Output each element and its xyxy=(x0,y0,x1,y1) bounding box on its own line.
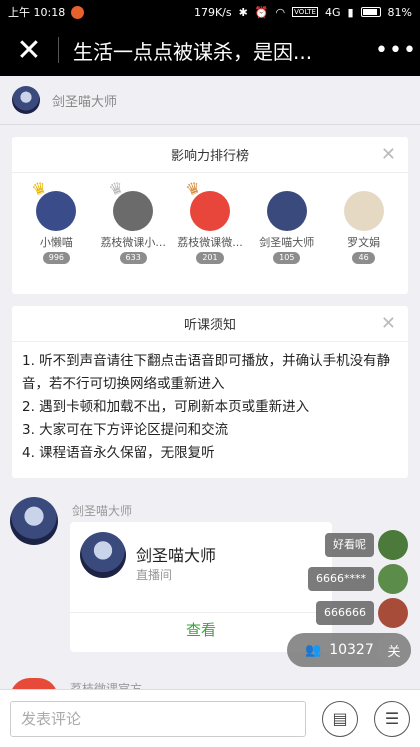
follow-button[interactable]: 关 xyxy=(377,633,411,667)
crown-icon: ♛ xyxy=(106,177,127,200)
battery-icon xyxy=(360,7,381,17)
network-type: 4G xyxy=(324,5,341,19)
live-room-subtitle: 直播间 xyxy=(136,568,173,582)
ranking-avatar: ♛ xyxy=(30,177,77,231)
online-count: 10327 xyxy=(329,642,374,658)
comment-icon[interactable]: ▤ xyxy=(322,700,358,737)
notice-rules: 1. 听不到声音请往下翻点击语音即可播放，并确认手机没有静音，若不行可切换网络或… xyxy=(12,342,408,465)
ranking-avatar: ♛ xyxy=(106,177,154,231)
notice-line: 2. 遇到卡顿和加载不出，可刷新本页或重新进入 xyxy=(22,399,310,415)
danmaku-item: 6666**** xyxy=(308,564,408,594)
alarm-icon: ⏰ xyxy=(254,5,269,19)
ranking-count: 105 xyxy=(273,252,301,264)
status-time: 上午 10:18 xyxy=(8,6,66,19)
danmaku-item: 666666 xyxy=(316,598,408,628)
live-room-name: 剑圣喵大师 xyxy=(136,546,217,565)
crown-icon: ♛ xyxy=(183,177,204,200)
ranking-name: 荔枝微课微... xyxy=(177,236,243,249)
notice-line: 4. 课程语音永久保留，无限复听 xyxy=(22,445,215,461)
host-row[interactable]: 剑圣喵大师 xyxy=(0,76,420,124)
ranking-title: 影响力排行榜 ✕ xyxy=(12,137,408,173)
close-icon[interactable]: ✕ xyxy=(0,24,58,76)
ranking-name: 剑圣喵大师 xyxy=(259,236,315,249)
sender-avatar[interactable] xyxy=(10,497,58,545)
ranking-name: 小懒喵 xyxy=(39,236,73,249)
ranking-count: 633 xyxy=(119,252,147,264)
page-title: 生活一点点被谋杀，是因... xyxy=(73,39,313,64)
status-bar: 上午 10:18 179K/s ✱ ⏰ ◠ VOLTE 4G ▮ 81% xyxy=(0,0,420,24)
divider xyxy=(70,612,332,613)
ranking-item[interactable]: 剑圣喵大师 105 xyxy=(249,191,325,264)
danmaku-text: 好看呢 xyxy=(325,533,374,557)
signal-icon: ▮ xyxy=(347,5,354,19)
ranking-item[interactable]: 罗文娟 46 xyxy=(326,191,402,264)
ranking-avatar xyxy=(266,191,307,231)
more-icon[interactable]: ••• xyxy=(372,38,420,63)
notice-title: 听课须知 ✕ xyxy=(12,306,408,342)
comment-input[interactable]: 发表评论 xyxy=(10,700,306,737)
title-separator xyxy=(58,37,59,63)
sender-name: 剑圣喵大师 xyxy=(72,504,133,518)
menu-icon[interactable]: ☰ xyxy=(374,700,410,737)
close-icon[interactable]: ✕ xyxy=(381,146,396,164)
notice-card: 听课须知 ✕ 1. 听不到声音请往下翻点击语音即可播放，并确认手机没有静音，若不… xyxy=(12,306,408,478)
ranking-count: 996 xyxy=(42,252,71,264)
wifi-icon: ◠ xyxy=(275,5,286,19)
battery-level: 81% xyxy=(387,5,412,19)
bottom-bar: 发表评论 ▤ ☰ xyxy=(0,689,420,747)
ranking-count: 46 xyxy=(352,252,375,264)
live-room-avatar xyxy=(80,532,126,578)
ranking-name: 荔枝微课小... xyxy=(100,236,166,249)
notice-line: 3. 大家可在下方评论区提问和交流 xyxy=(22,422,229,438)
ranking-item[interactable]: ♛ 小懒喵 996 xyxy=(18,177,94,264)
notification-icon xyxy=(71,5,85,19)
danmaku-avatar xyxy=(378,564,408,594)
network-speed: 179K/s xyxy=(193,5,232,19)
danmaku-text: 666666 xyxy=(316,601,374,625)
ranking-count: 201 xyxy=(196,252,224,264)
close-icon[interactable]: ✕ xyxy=(381,315,396,333)
host-avatar[interactable] xyxy=(12,86,40,114)
host-name: 剑圣喵大师 xyxy=(52,94,118,110)
title-bar: ✕ 生活一点点被谋杀，是因... ••• xyxy=(0,24,420,76)
ranking-item[interactable]: ♛ 荔枝微课微... 201 xyxy=(172,177,248,264)
online-counter[interactable]: 👥 10327 关 xyxy=(287,633,411,667)
ranking-avatar: ♛ xyxy=(183,177,230,231)
danmaku-avatar xyxy=(378,530,408,560)
ranking-list: ♛ 小懒喵 996 ♛ 荔枝微课小... 633 ♛ 荔枝微课微... 201 剑圣喵大师 105 罗… xyxy=(12,173,408,264)
danmaku-avatar xyxy=(378,598,408,628)
ranking-name: 罗文娟 xyxy=(347,236,381,249)
danmaku-text: 6666**** xyxy=(308,567,374,591)
people-icon: 👥 xyxy=(305,642,322,658)
divider xyxy=(0,124,420,125)
notice-title-text: 听课须知 xyxy=(183,318,236,333)
bluetooth-icon: ✱ xyxy=(238,5,248,19)
notice-line: 1. 听不到声音请往下翻点击语音即可播放，并确认手机没有静音，若不行可切换网络或… xyxy=(22,353,391,392)
live-room-card[interactable]: 剑圣喵大师 直播间 查看 xyxy=(70,522,332,652)
ranking-title-text: 影响力排行榜 xyxy=(170,149,249,164)
volte-badge: VOLTE xyxy=(292,7,318,17)
ranking-item[interactable]: ♛ 荔枝微课小... 633 xyxy=(95,177,171,264)
danmaku-item: 好看呢 xyxy=(325,530,408,560)
crown-icon: ♛ xyxy=(29,177,50,200)
ranking-avatar xyxy=(343,191,384,231)
ranking-card: 影响力排行榜 ✕ ♛ 小懒喵 996 ♛ 荔枝微课小... 633 ♛ 荔枝微课微... 201… xyxy=(12,137,408,294)
